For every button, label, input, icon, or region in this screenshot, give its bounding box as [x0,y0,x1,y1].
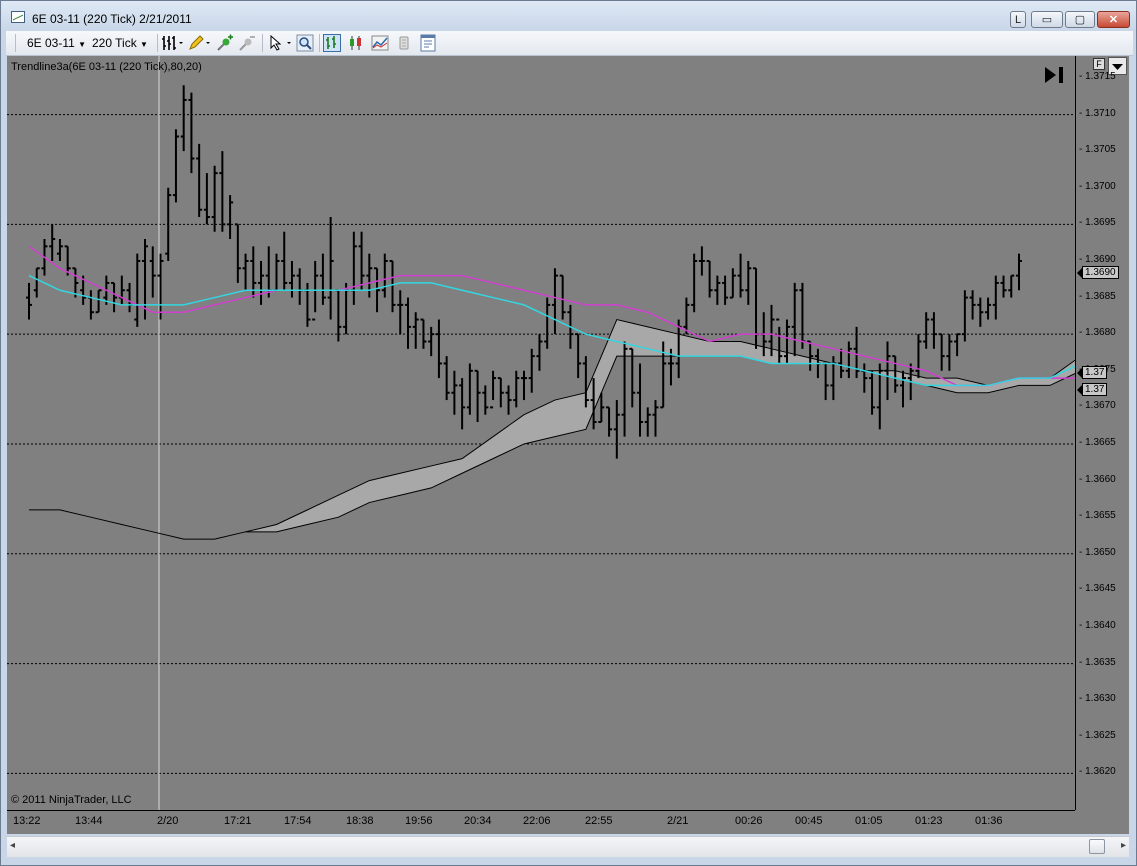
x-tick-label: 01:23 [915,815,943,827]
scroll-right-icon[interactable]: ▸ [1121,840,1126,851]
y-tick-label: - 1.3695 [1079,217,1116,229]
indicator-label: Trendline3a(6E 03-11 (220 Tick),80,20) [11,61,202,73]
chart-toolbar: 6E 03-11 ▼ 220 Tick ▼ [6,31,1133,56]
y-tick-label: - 1.3680 [1079,327,1116,339]
cursor-icon[interactable] [267,34,293,52]
y-tick-label: - 1.3665 [1079,436,1116,448]
y-tick-label: - 1.3640 [1079,619,1116,631]
cyan-value-tag: 1.37 [1076,366,1108,379]
y-tick-label: - 1.3645 [1079,583,1116,595]
copyright-text: © 2011 NinjaTrader, LLC [11,794,132,806]
close-button[interactable]: ✕ [1097,11,1130,28]
toolbar-separator [262,34,263,52]
window-title: 6E 03-11 (220 Tick) 2/21/2011 [32,12,192,26]
add-indicator-icon[interactable] [216,34,234,52]
y-tick-label: - 1.3620 [1079,766,1116,778]
pencil-draw-icon[interactable] [187,34,211,52]
magenta-value-tag: 1.37 [1076,383,1108,396]
y-tick-label: - 1.3690 [1079,253,1116,265]
y-tick-label: - 1.3625 [1079,729,1116,741]
x-tick-label: 13:22 [13,815,41,827]
x-tick-label: 01:05 [855,815,883,827]
x-tick-label: 19:56 [405,815,433,827]
x-tick-label: 22:06 [523,815,551,827]
toolbar-separator [157,34,158,52]
y-tick-label: - 1.3700 [1079,180,1116,192]
y-tick-label: - 1.3670 [1079,400,1116,412]
title-bar[interactable]: 6E 03-11 (220 Tick) 2/21/2011 L ▭ ▢ ✕ [1,1,1136,31]
x-tick-label: 18:38 [346,815,374,827]
instrument-dropdown-icon: ▼ [78,40,87,49]
y-tick-label: - 1.3655 [1079,510,1116,522]
link-button[interactable]: L [1010,11,1026,28]
y-tick-label: - 1.3630 [1079,693,1116,705]
y-tick-label: - 1.3705 [1079,144,1116,156]
x-tick-label: 2/20 [157,815,179,827]
zoom-icon[interactable] [296,34,314,52]
time-axis[interactable]: 13:22 13:44 2/20 17:21 17:54 18:38 19:56 20:34 2… [7,810,1075,834]
chart-app-icon [11,11,25,23]
y-tick-label: - 1.3715 [1079,70,1116,82]
x-tick-label: 00:45 [795,815,823,827]
properties-icon[interactable] [419,34,437,52]
interval-label: 220 Tick [92,36,137,50]
scroll-to-end-icon[interactable] [1043,64,1067,86]
x-tick-label: 2/21 [667,815,689,827]
bar-chart-icon[interactable] [323,34,341,52]
scroll-left-icon[interactable]: ◂ [10,840,15,851]
instrument-label: 6E 03-11 [27,36,75,50]
x-tick-label: 17:21 [224,815,252,827]
x-tick-label: 20:34 [464,815,492,827]
maximize-button[interactable]: ▢ [1065,11,1095,28]
minimize-button[interactable]: ▭ [1031,11,1063,28]
x-tick-label: 22:55 [585,815,613,827]
interval-selector[interactable]: 220 Tick ▼ [92,35,148,51]
y-tick-label: - 1.3685 [1079,290,1116,302]
y-tick-label: - 1.3710 [1079,107,1116,119]
y-tick-label: - 1.3650 [1079,546,1116,558]
x-tick-label: 00:26 [735,815,763,827]
candlestick-icon[interactable] [347,34,365,52]
toolbar-grip [15,34,16,52]
horizontal-scrollbar[interactable]: ◂ ▸ [7,836,1129,857]
instrument-selector[interactable]: 6E 03-11 ▼ [27,35,86,51]
price-axis[interactable]: - 1.3715 - 1.3710 - 1.3705 - 1.3700 - 1.3695… [1075,56,1129,810]
remove-indicator-icon[interactable] [238,34,256,52]
x-tick-label: 01:36 [975,815,1003,827]
y-tick-label: - 1.3660 [1079,473,1116,485]
toolbar-separator [319,34,320,52]
close-icon: ✕ [1108,14,1119,26]
maximize-icon: ▢ [1074,14,1086,26]
y-tick-label: - 1.3635 [1079,656,1116,668]
interval-dropdown-icon: ▼ [140,40,148,49]
x-tick-label: 13:44 [75,815,103,827]
scroll-thumb[interactable] [1089,839,1105,854]
bars-style-icon[interactable] [160,34,184,52]
line-chart-icon[interactable] [371,34,389,52]
last-price-tag: 1.3690 [1077,266,1119,279]
x-tick-label: 17:54 [284,815,312,827]
price-plot[interactable] [7,56,1075,810]
chart-panel[interactable]: Trendline3a(6E 03-11 (220 Tick),80,20) ©… [7,56,1129,834]
data-box-icon[interactable] [395,34,413,52]
minimize-icon: ▭ [1041,14,1053,26]
